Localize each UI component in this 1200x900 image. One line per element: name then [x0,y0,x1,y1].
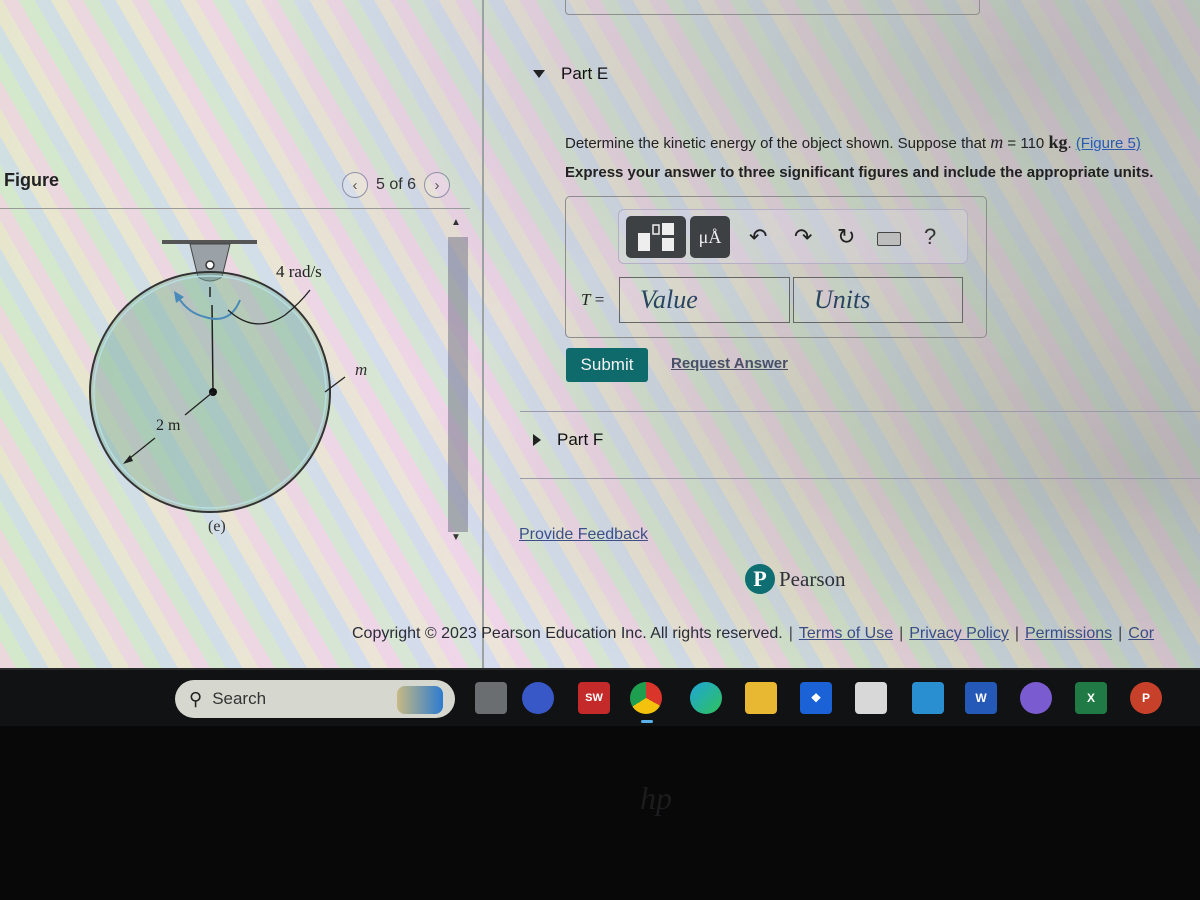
mass-label: m [355,360,367,379]
question-text: Determine the kinetic energy of the obje… [565,132,1141,152]
figure-header-divider [0,208,470,209]
submit-button[interactable]: Submit [566,348,648,382]
scroll-up-arrow-icon[interactable]: ▲ [451,217,461,228]
question-prefix: Determine the kinetic energy of the obje… [565,135,991,152]
dropbox-icon[interactable]: ❖ [800,682,832,714]
mass-unit: kg [1048,132,1068,152]
edge-icon[interactable] [690,682,722,714]
taskbar-search[interactable]: ⚲ Search [175,680,455,718]
radius-label: 2 m [156,417,181,434]
provide-feedback-link[interactable]: Provide Feedback [519,526,648,544]
mass-variable: m [990,132,1004,152]
figure-link[interactable]: (Figure 5) [1076,135,1141,152]
templates-icon [638,223,674,251]
equals-sign: = [590,290,605,309]
figure-diagram: 4 rad/s m 2 m (e) [89,240,367,535]
answer-box: μÅ ↶ ↷ ↻ ? T = Value Units [565,196,987,338]
figure-navigation: ‹ 5 of 6 › [342,172,451,198]
solidworks-icon[interactable]: SW [578,682,610,714]
angular-velocity-label: 4 rad/s [276,262,322,281]
powerpoint-icon[interactable]: P [1130,682,1162,714]
mass-value: = 110 [1003,135,1049,152]
figure-prev-button[interactable]: ‹ [342,172,368,198]
search-label: Search [212,689,267,708]
caret-right-icon [533,434,541,446]
instruction-text: Express your answer to three significant… [565,164,1154,181]
panel-splitter[interactable] [482,0,484,668]
templates-button[interactable] [626,216,686,258]
footer: Copyright © 2023 Pearson Education Inc. … [352,625,1155,643]
privacy-link[interactable]: Privacy Policy [909,625,1009,643]
pearson-logo: P Pearson [745,564,846,594]
word-icon[interactable]: W [965,682,997,714]
figure-next-button[interactable]: › [424,172,451,198]
part-e-header[interactable]: Part E [533,64,608,84]
search-highlight-icon [397,686,443,714]
part-f-header[interactable]: Part F [533,430,603,450]
browser-viewport: Figure ‹ 5 of 6 › 4 rad/s m 2 m (e) ▲ ▼ … [0,0,1200,668]
chevron-right-icon: › [434,176,440,194]
part-divider [520,411,1200,412]
file-explorer-icon[interactable] [745,682,777,714]
copilot-icon[interactable] [1020,682,1052,714]
answer-variable-label: T = [581,290,604,310]
keyboard-icon[interactable] [877,232,901,246]
laptop-bezel [0,726,1200,900]
hp-logo: hp [640,780,672,816]
permissions-link[interactable]: Permissions [1025,625,1112,643]
pearson-wordmark: Pearson [779,566,846,591]
search-icon: ⚲ [189,688,203,709]
scroll-thumb[interactable] [448,237,468,532]
mail-icon[interactable] [912,682,944,714]
math-toolbar: μÅ ↶ ↷ ↻ ? [618,209,968,264]
part-divider [520,478,1200,479]
redo-icon[interactable]: ↷ [794,224,812,250]
scroll-down-arrow-icon[interactable]: ▼ [451,532,461,543]
microsoft-store-icon[interactable] [855,682,887,714]
chrome-icon[interactable] [630,682,662,714]
units-input[interactable]: Units [793,277,963,323]
windows-start-icon[interactable] [127,684,157,714]
pearson-p-icon: P [745,564,775,594]
request-answer-link[interactable]: Request Answer [671,355,788,372]
previous-answer-box [565,0,980,15]
taskbar: ⚲ Search SW ❖ W X P [0,668,1200,726]
meet-icon[interactable] [522,682,554,714]
active-app-indicator [641,720,653,723]
help-button[interactable]: ? [924,224,936,250]
part-f-label: Part F [557,430,604,449]
figure-scrollbar[interactable]: ▲ ▼ [445,215,470,545]
figure-counter: 5 of 6 [376,176,417,193]
reset-icon[interactable]: ↻ [837,224,855,250]
part-e-label: Part E [561,64,609,83]
terms-link[interactable]: Terms of Use [799,625,893,643]
task-view-icon[interactable] [475,682,507,714]
contact-link[interactable]: Cor [1128,625,1154,643]
chevron-left-icon: ‹ [352,176,358,194]
ceiling-support [162,240,257,244]
figure-panel-title: Figure [4,170,60,190]
caret-down-icon [533,70,545,78]
pivot-pin [205,260,215,270]
copyright-text: Copyright © 2023 Pearson Education Inc. … [352,625,783,642]
value-input[interactable]: Value [619,277,790,323]
excel-icon[interactable]: X [1075,682,1107,714]
undo-icon[interactable]: ↶ [749,224,767,250]
figure-caption: (e) [208,518,226,535]
units-button[interactable]: μÅ [690,216,730,258]
